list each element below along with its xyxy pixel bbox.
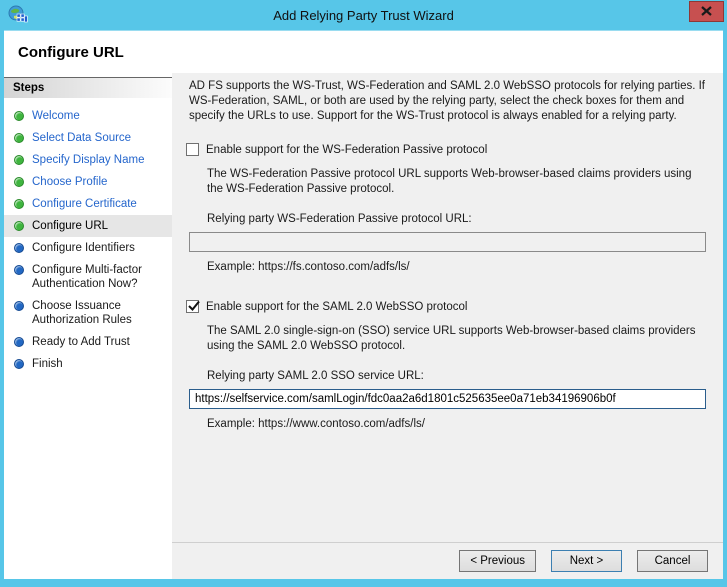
- sidebar-item-ready-to-add-trust: Ready to Add Trust: [4, 331, 172, 353]
- saml-checkbox-label[interactable]: Enable support for the SAML 2.0 WebSSO p…: [206, 299, 467, 315]
- wsfed-description: The WS-Federation Passive protocol URL s…: [207, 168, 692, 195]
- green-dot-icon: [14, 155, 24, 165]
- sidebar-item-configure-identifiers: Configure Identifiers: [4, 237, 172, 259]
- blue-dot-icon: [14, 337, 24, 347]
- content-pane: AD FS supports the WS-Trust, WS-Federati…: [172, 73, 723, 579]
- wsfed-checkbox[interactable]: [186, 143, 199, 156]
- blue-dot-icon: [14, 243, 24, 253]
- blue-dot-icon: [14, 359, 24, 369]
- wizard-footer: < Previous Next > Cancel: [172, 542, 723, 579]
- close-button[interactable]: [689, 1, 724, 22]
- previous-button[interactable]: < Previous: [459, 550, 536, 572]
- dialog-surface: Configure URL Steps Welcome Select Data …: [4, 30, 723, 579]
- wsfed-example: Example: https://fs.contoso.com/adfs/ls/: [207, 261, 410, 273]
- sidebar-item-configure-mfa: Configure Multi-factor Authentication No…: [4, 259, 172, 295]
- titlebar: Add Relying Party Trust Wizard: [0, 0, 727, 30]
- sidebar-item-select-data-source[interactable]: Select Data Source: [4, 127, 172, 149]
- saml-example: Example: https://www.contoso.com/adfs/ls…: [207, 418, 425, 430]
- steps-sidebar: Steps Welcome Select Data Source Specify…: [4, 73, 172, 579]
- steps-list: Welcome Select Data Source Specify Displ…: [4, 105, 172, 375]
- green-dot-icon: [14, 133, 24, 143]
- saml-description: The SAML 2.0 single-sign-on (SSO) servic…: [207, 325, 696, 352]
- green-dot-icon: [14, 111, 24, 121]
- page-title: Configure URL: [18, 44, 124, 61]
- window-title: Add Relying Party Trust Wizard: [273, 7, 454, 23]
- wsfed-checkbox-label[interactable]: Enable support for the WS-Federation Pas…: [206, 142, 487, 158]
- sidebar-item-welcome[interactable]: Welcome: [4, 105, 172, 127]
- adfs-wizard-icon: [8, 5, 28, 25]
- green-dot-icon: [14, 221, 24, 231]
- cancel-button[interactable]: Cancel: [637, 550, 708, 572]
- sidebar-item-configure-url[interactable]: Configure URL: [4, 215, 172, 237]
- saml-url-label: Relying party SAML 2.0 SSO service URL:: [207, 370, 424, 382]
- wsfed-url-label: Relying party WS-Federation Passive prot…: [207, 213, 472, 225]
- sidebar-item-choose-profile[interactable]: Choose Profile: [4, 171, 172, 193]
- sidebar-item-specify-display-name[interactable]: Specify Display Name: [4, 149, 172, 171]
- page-header: Configure URL: [4, 31, 723, 73]
- blue-dot-icon: [14, 265, 24, 275]
- wsfed-checkbox-row: Enable support for the WS-Federation Pas…: [186, 142, 707, 158]
- sidebar-item-choose-issuance-rules: Choose Issuance Authorization Rules: [4, 295, 172, 331]
- wsfed-url-input: [189, 232, 706, 252]
- blue-dot-icon: [14, 301, 24, 311]
- steps-header: Steps: [4, 77, 172, 98]
- green-dot-icon: [14, 177, 24, 187]
- wizard-window: Add Relying Party Trust Wizard Configure…: [0, 0, 727, 587]
- saml-url-input[interactable]: [189, 389, 706, 409]
- sidebar-item-configure-certificate[interactable]: Configure Certificate: [4, 193, 172, 215]
- next-button[interactable]: Next >: [551, 550, 622, 572]
- green-dot-icon: [14, 199, 24, 209]
- saml-checkbox[interactable]: [186, 300, 200, 313]
- sidebar-item-finish: Finish: [4, 353, 172, 375]
- saml-checkbox-row: Enable support for the SAML 2.0 WebSSO p…: [186, 299, 707, 315]
- close-icon: [701, 3, 712, 21]
- intro-text: AD FS supports the WS-Trust, WS-Federati…: [189, 80, 705, 122]
